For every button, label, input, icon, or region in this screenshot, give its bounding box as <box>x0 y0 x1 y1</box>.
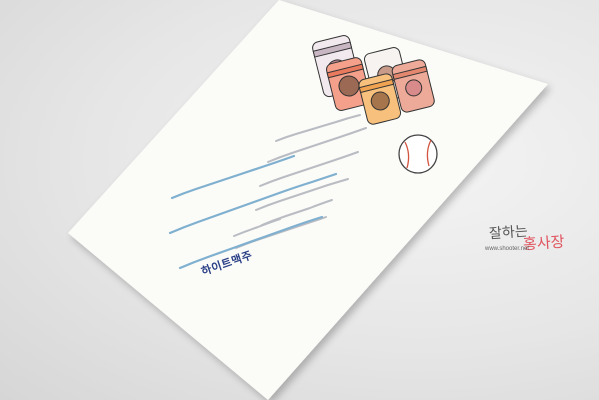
card-paper <box>68 0 548 400</box>
photographer-watermark: 잘하는 홍사장 www.shooter.net <box>485 220 585 260</box>
card-drawing <box>68 0 548 400</box>
photo-scene: 하이트맥주 잘하는 홍사장 www.shooter.net <box>0 0 599 400</box>
watermark-url: www.shooter.net <box>485 246 530 252</box>
greeting-card <box>0 0 599 400</box>
baseball-icon <box>398 134 438 174</box>
